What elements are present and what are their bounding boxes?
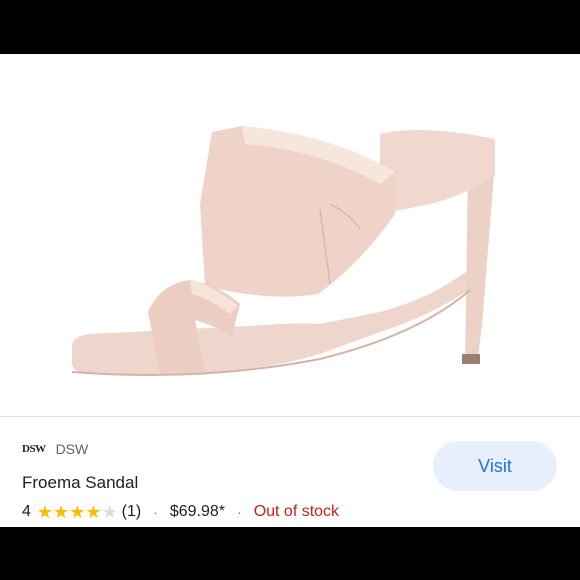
star-icon: ★ — [85, 502, 102, 522]
sandal-icon — [71, 126, 495, 377]
rating-value: 4 — [22, 503, 31, 520]
rating-stars: ★ ★ ★ ★ ★ — [37, 503, 118, 521]
star-empty-icon: ★ — [101, 502, 118, 522]
bottom-bar — [0, 527, 580, 580]
product-info-panel: DSW DSW Froema Sandal 4 ★ ★ ★ ★ ★ (1) · … — [0, 417, 580, 527]
screen: DSW DSW Froema Sandal 4 ★ ★ ★ ★ ★ (1) · … — [0, 0, 580, 580]
visit-button[interactable]: Visit — [433, 441, 557, 491]
rating-count: (1) — [121, 503, 142, 520]
merchant-row[interactable]: DSW DSW — [22, 441, 88, 457]
separator-dot: · — [237, 504, 242, 520]
product-title[interactable]: Froema Sandal — [22, 473, 138, 493]
stock-status: Out of stock — [253, 503, 340, 520]
merchant-name: DSW — [55, 441, 89, 457]
product-image[interactable] — [0, 54, 580, 416]
merchant-logo: DSW — [22, 443, 46, 455]
star-icon: ★ — [36, 502, 54, 522]
separator-dot: · — [153, 504, 158, 520]
product-meta-row: 4 ★ ★ ★ ★ ★ (1) · $69.98* · Out of stock — [22, 503, 339, 521]
star-icon: ★ — [69, 502, 86, 522]
top-bar — [0, 0, 580, 54]
price: $69.98* — [169, 503, 226, 520]
star-icon: ★ — [53, 502, 70, 522]
